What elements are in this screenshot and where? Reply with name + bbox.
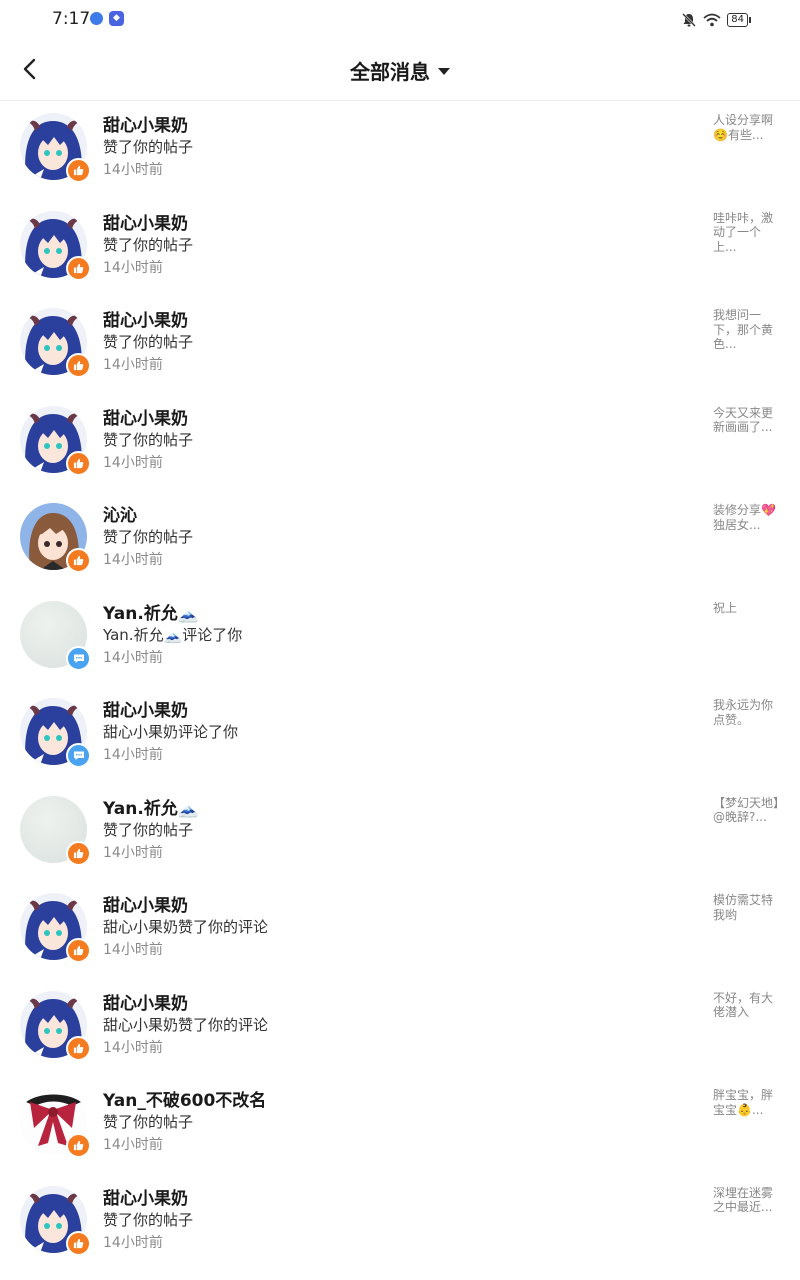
sender-name[interactable]: 沁沁	[103, 501, 137, 526]
message-item[interactable]: Yan_不破600不改名赞了你的帖子 14小时前 胖宝宝，胖宝宝👶...	[0, 1076, 800, 1174]
message-item[interactable]: 甜心小果奶赞了你的帖子 14小时前 人设分享啊☺️有些...	[0, 101, 800, 199]
post-snippet[interactable]: 胖宝宝，胖宝宝👶...	[713, 1088, 783, 1117]
message-list: 甜心小果奶 赞了你的帖子 14小时前 人设分享啊☺️有些... 甜心小果奶 赞了你的帖子 1…	[0, 101, 800, 1271]
sender-name[interactable]: 甜心小果奶	[103, 111, 188, 136]
browser-app-icon	[90, 12, 103, 25]
action-text: 赞了你的帖子	[103, 1113, 194, 1131]
sender-name[interactable]: 甜心小果奶	[103, 989, 188, 1014]
battery-icon: 84	[727, 13, 751, 27]
timestamp: 14小时前	[103, 162, 163, 178]
sender-name[interactable]: Yan.祈允🗻	[103, 794, 199, 819]
timestamp: 14小时前	[103, 747, 163, 763]
message-item[interactable]: Yan.祈允🗻 Yan.祈允🗻评论了你 14小时前 祝上	[0, 589, 800, 687]
post-snippet[interactable]: 不好，有大佬潜入	[713, 991, 783, 1020]
thumbs-up-icon	[66, 1230, 91, 1256]
post-snippet[interactable]: 我永远为你点赞。	[713, 698, 783, 727]
timestamp: 14小时前	[103, 1137, 163, 1153]
status-bar: 7:17 ◆ 84	[0, 0, 800, 40]
action-text: 赞了你的帖子	[103, 1210, 194, 1229]
message-item[interactable]: 甜心小果奶赞了你的帖子 14小时前 我想问一下，那个黄色...	[0, 296, 800, 394]
thumbs-up-icon	[66, 450, 91, 476]
thumbs-up-icon	[66, 548, 91, 573]
thumbs-up-icon	[66, 158, 91, 183]
timestamp: 14小时前	[103, 942, 163, 958]
wifi-icon	[703, 13, 721, 27]
timestamp: 14小时前	[103, 357, 163, 373]
action-text: 甜心小果奶赞了你的评论	[103, 1015, 269, 1034]
sender-name[interactable]: 甜心小果奶	[103, 306, 188, 331]
post-snippet[interactable]: 人设分享啊☺️有些...	[713, 113, 783, 142]
timestamp: 14小时前	[103, 1234, 163, 1251]
post-snippet[interactable]: 深埋在迷雾之中最近...	[713, 1186, 783, 1215]
sender-name[interactable]: 甜心小果奶	[103, 209, 188, 234]
comment-icon	[66, 645, 91, 671]
thumbs-up-icon	[66, 353, 91, 378]
status-time: 7:17	[52, 9, 91, 29]
timestamp: 14小时前	[103, 1039, 163, 1056]
message-item[interactable]: Yan.祈允🗻 赞了你的帖子 14小时前 【梦幻天地】@晚辞?...	[0, 784, 800, 882]
post-snippet[interactable]: 模仿需艾特我哟	[713, 893, 783, 922]
timestamp: 14小时前	[103, 844, 163, 861]
message-item[interactable]: 甜心小果奶 赞了你的帖子 14小时前 深埋在迷雾之中最近...	[0, 1174, 800, 1272]
action-text: 赞了你的帖子	[103, 430, 194, 449]
post-snippet[interactable]: 【梦幻天地】@晚辞?...	[713, 796, 783, 825]
action-text: 赞了你的帖子	[103, 333, 194, 351]
action-text: 赞了你的帖子	[103, 820, 194, 839]
thumbs-up-icon	[66, 1035, 91, 1061]
timestamp: 14小时前	[103, 649, 163, 666]
sender-name[interactable]: Yan.祈允🗻	[103, 599, 199, 624]
sender-name[interactable]: 甜心小果奶	[103, 404, 188, 429]
thumbs-up-icon	[66, 938, 91, 963]
caret-down-icon	[438, 67, 450, 75]
timestamp: 14小时前	[103, 552, 163, 568]
sender-name[interactable]: 甜心小果奶	[103, 696, 188, 721]
message-item[interactable]: 甜心小果奶 赞了你的帖子 14小时前 今天又来更新画画了...	[0, 394, 800, 492]
thumbs-up-icon	[66, 840, 91, 866]
message-item[interactable]: 甜心小果奶 甜心小果奶赞了你的评论 14小时前 不好，有大佬潜入	[0, 979, 800, 1077]
action-text: 赞了你的帖子	[103, 235, 194, 254]
message-item[interactable]: 沁沁赞了你的帖子 14小时前 装修分享💖独居女...	[0, 491, 800, 589]
comment-icon	[66, 743, 91, 768]
page-title: 全部消息	[350, 59, 430, 84]
message-item[interactable]: 甜心小果奶 赞了你的帖子 14小时前 哇咔咔，激动了一个上...	[0, 199, 800, 297]
post-snippet[interactable]: 祝上	[713, 601, 783, 616]
thumbs-up-icon	[66, 1133, 91, 1158]
message-filter-dropdown[interactable]: 全部消息	[0, 40, 800, 100]
message-item[interactable]: 甜心小果奶甜心小果奶评论了你 14小时前 我永远为你点赞。	[0, 686, 800, 784]
post-snippet[interactable]: 哇咔咔，激动了一个上...	[713, 211, 783, 255]
timestamp: 14小时前	[103, 259, 163, 276]
action-text: 赞了你的帖子	[103, 138, 194, 156]
post-snippet[interactable]: 今天又来更新画画了...	[713, 406, 783, 435]
action-text: 赞了你的帖子	[103, 528, 194, 546]
sender-name[interactable]: Yan_不破600不改名	[103, 1086, 266, 1111]
action-text: 甜心小果奶赞了你的评论	[103, 918, 269, 936]
thumbs-up-icon	[66, 255, 91, 281]
timestamp: 14小时前	[103, 454, 163, 471]
post-snippet[interactable]: 我想问一下，那个黄色...	[713, 308, 783, 352]
action-text: 甜心小果奶评论了你	[103, 723, 239, 741]
post-snippet[interactable]: 装修分享💖独居女...	[713, 503, 783, 532]
sender-name[interactable]: 甜心小果奶	[103, 1184, 188, 1209]
message-item[interactable]: 甜心小果奶甜心小果奶赞了你的评论 14小时前 模仿需艾特我哟	[0, 881, 800, 979]
app-notification-icon: ◆	[109, 11, 124, 26]
sender-name[interactable]: 甜心小果奶	[103, 891, 188, 916]
mute-bell-icon	[682, 13, 697, 27]
action-text: Yan.祈允🗻评论了你	[103, 625, 243, 644]
header: 全部消息	[0, 40, 800, 101]
